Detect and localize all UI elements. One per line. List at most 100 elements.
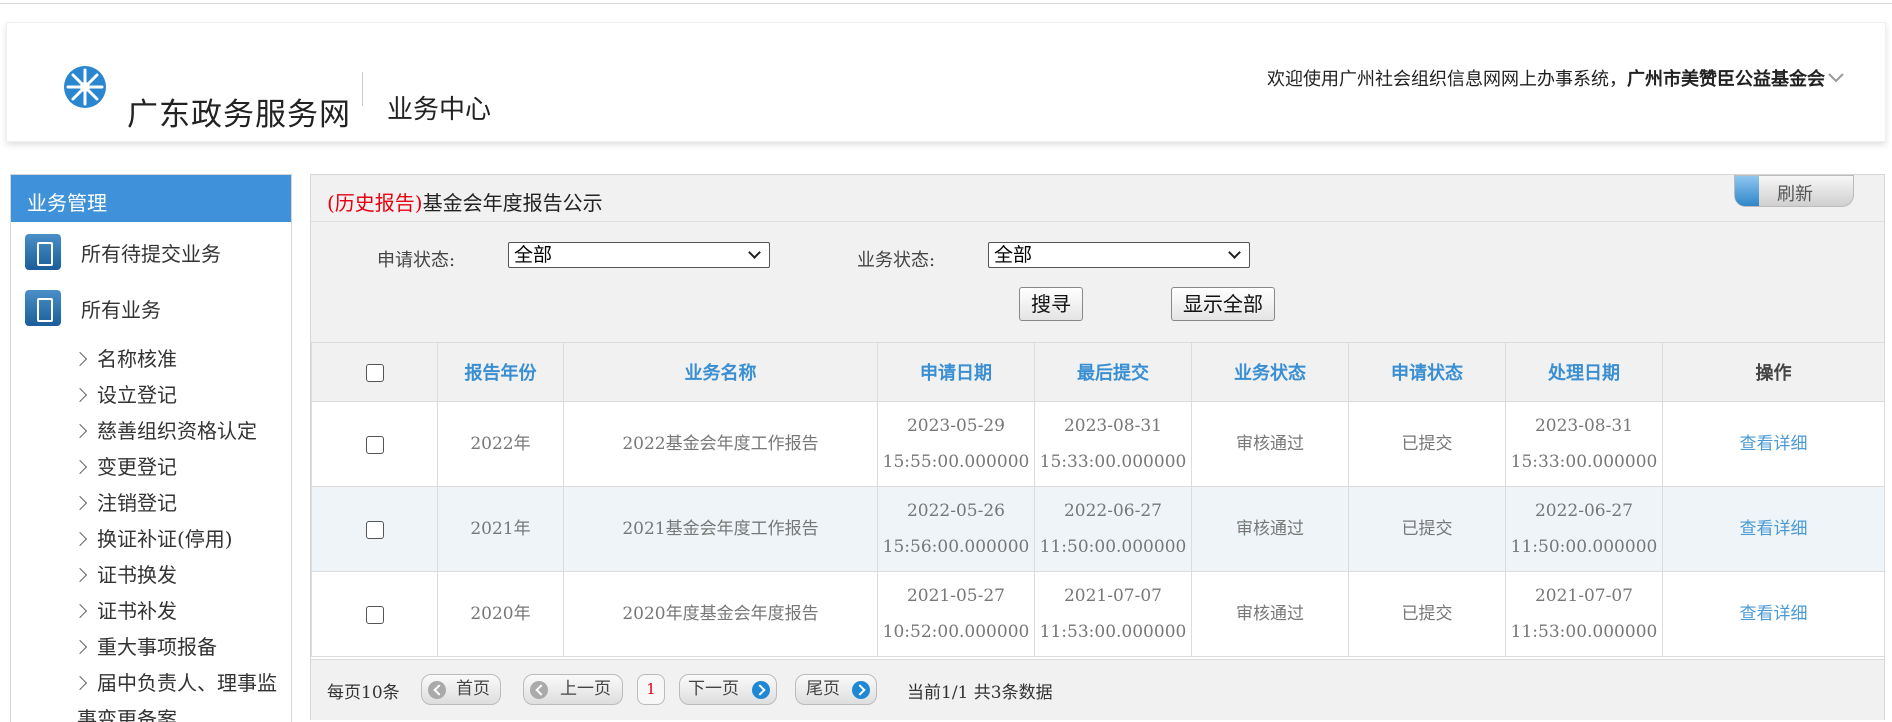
action-cell: 查看详细 xyxy=(1662,486,1885,572)
show-all-button[interactable]: 显示全部 xyxy=(1171,287,1275,321)
sidebar-subitem-major-report[interactable]: 重大事项报备 xyxy=(57,631,217,660)
refresh-button[interactable]: 刷新 xyxy=(1734,175,1854,207)
column-header[interactable]: 申请状态 xyxy=(1348,342,1506,402)
last-submit-time: 11:50:00.000000 xyxy=(1039,537,1187,557)
row-checkbox[interactable] xyxy=(365,435,384,454)
panel-header: (历史报告)基金会年度报告公示 刷新 xyxy=(311,175,1884,222)
column-header[interactable]: 处理日期 xyxy=(1505,342,1663,402)
business-status: 审核通过 xyxy=(1191,401,1349,487)
table-header-row: 报告年份 业务名称 申请日期 最后提交 业务状态 申请状态 处理日期 操作 xyxy=(311,342,1885,402)
sidebar-subitem-label: 重大事项报备 xyxy=(97,635,217,659)
next-page-button[interactable]: 下一页 xyxy=(679,674,777,705)
sidebar-subitem-reissue-old[interactable]: 换证补证(停用) xyxy=(57,523,233,552)
last-submit-date: 2022-06-27 xyxy=(1063,501,1162,521)
column-header[interactable]: 报告年份 xyxy=(437,342,564,402)
table-row: 2021年 2021基金会年度工作报告 2022-05-26 15:56:00.0… xyxy=(311,486,1885,572)
dropdown-arrow-icon xyxy=(1228,246,1241,259)
sidebar-subitem-cert-renew[interactable]: 证书换发 xyxy=(57,559,177,588)
apply-status: 已提交 xyxy=(1348,571,1506,657)
chevron-right-icon xyxy=(72,459,88,475)
process-date: 2022-06-27 xyxy=(1534,501,1633,521)
sidebar-subitem-establish[interactable]: 设立登记 xyxy=(57,379,177,408)
report-year: 2021年 xyxy=(437,486,564,572)
refresh-icon xyxy=(1735,176,1759,206)
row-select-cell xyxy=(311,486,438,572)
view-detail-link[interactable]: 查看详细 xyxy=(1740,519,1808,539)
business-name: 2022基金会年度工作报告 xyxy=(563,401,878,487)
top-header: 广东政务服务网 业务中心 欢迎使用广州社会组织信息网网上办事系统，广州市美赞臣公… xyxy=(6,22,1886,142)
sidebar-subitem-label: 变更登记 xyxy=(97,455,177,479)
sidebar-subitem-charity[interactable]: 慈善组织资格认定 xyxy=(57,415,257,444)
business-status: 审核通过 xyxy=(1191,486,1349,572)
business-icon xyxy=(25,234,61,270)
view-detail-link[interactable]: 查看详细 xyxy=(1740,434,1808,454)
column-header[interactable]: 申请日期 xyxy=(877,342,1035,402)
sidebar-subitem-wrap-text[interactable]: 事变更备案 xyxy=(77,703,177,722)
org-name[interactable]: 广州市美赞臣公益基金会 xyxy=(1627,69,1825,90)
chevron-right-icon xyxy=(72,639,88,655)
view-detail-link[interactable]: 查看详细 xyxy=(1740,604,1808,624)
report-year: 2022年 xyxy=(437,401,564,487)
report-table: 报告年份 业务名称 申请日期 最后提交 业务状态 申请状态 处理日期 操作 20… xyxy=(311,342,1885,657)
sidebar-item-label: 所有待提交业务 xyxy=(81,241,221,266)
sidebar-subitem-label: 证书补发 xyxy=(97,599,177,623)
apply-date: 2023-05-29 xyxy=(906,416,1005,436)
column-header[interactable]: 业务状态 xyxy=(1191,342,1349,402)
search-button[interactable]: 搜寻 xyxy=(1019,287,1083,321)
sidebar-subitem-label: 换证补证(停用) xyxy=(97,527,233,551)
apply-date: 2022-05-26 xyxy=(906,501,1005,521)
sidebar-subitem-label: 慈善组织资格认定 xyxy=(97,419,257,443)
chevron-right-icon xyxy=(72,567,88,583)
chevron-right-icon xyxy=(72,495,88,511)
sidebar-subitem-label: 证书换发 xyxy=(97,563,177,587)
apply-date: 2021-05-27 xyxy=(906,586,1005,606)
pagination: 每页10条 首页 上一页 1 下一页 尾页 当前1/1 共3条数据 xyxy=(311,659,1884,720)
column-header[interactable]: 最后提交 xyxy=(1034,342,1192,402)
chevron-right-icon xyxy=(72,603,88,619)
process-date-cell: 2021-07-07 11:53:00.000000 xyxy=(1505,571,1663,657)
page-title-text: 基金会年度报告公示 xyxy=(422,191,603,215)
row-checkbox[interactable] xyxy=(365,520,384,539)
table-row: 2020年 2020年度基金会年度报告 2021-05-27 10:52:00.0… xyxy=(311,571,1885,657)
select-all-cell xyxy=(311,342,438,402)
sidebar-item-label: 所有业务 xyxy=(81,297,161,322)
apply-status: 已提交 xyxy=(1348,401,1506,487)
apply-time: 15:56:00.000000 xyxy=(882,537,1030,557)
apply-status-label: 申请状态: xyxy=(377,250,456,271)
column-header[interactable]: 业务名称 xyxy=(563,342,878,402)
last-submit-time: 15:33:00.000000 xyxy=(1039,452,1187,472)
action-cell: 查看详细 xyxy=(1662,571,1885,657)
last-page-label: 尾页 xyxy=(806,679,840,699)
select-all-checkbox[interactable] xyxy=(365,363,384,382)
row-select-cell xyxy=(311,401,438,487)
current-page-number[interactable]: 1 xyxy=(637,674,665,705)
last-submit-date: 2023-08-31 xyxy=(1063,416,1162,436)
last-submit-cell: 2023-08-31 15:33:00.000000 xyxy=(1034,401,1192,487)
sidebar-subitem-name-approval[interactable]: 名称核准 xyxy=(57,343,177,372)
sidebar-subitem-cert-reissue[interactable]: 证书补发 xyxy=(57,595,177,624)
welcome-text: 欢迎使用广州社会组织信息网网上办事系统，广州市美赞臣公益基金会 xyxy=(1267,65,1825,91)
page-summary: 当前1/1 共3条数据 xyxy=(907,683,1053,703)
apply-time: 15:55:00.000000 xyxy=(882,452,1030,472)
apply-date-cell: 2022-05-26 15:56:00.000000 xyxy=(877,486,1035,572)
last-submit-cell: 2021-07-07 11:53:00.000000 xyxy=(1034,571,1192,657)
first-page-button[interactable]: 首页 xyxy=(421,674,501,705)
process-time: 15:33:00.000000 xyxy=(1510,452,1658,472)
sidebar-subitem-cancel[interactable]: 注销登记 xyxy=(57,487,177,516)
sidebar-subitem-officer-change[interactable]: 届中负责人、理事监 xyxy=(57,667,277,696)
last-page-button[interactable]: 尾页 xyxy=(795,674,877,705)
chevron-down-icon[interactable] xyxy=(1825,67,1847,89)
portal-brand[interactable]: 广东政务服务网 xyxy=(127,89,351,134)
prev-page-button[interactable]: 上一页 xyxy=(523,674,623,705)
business-status: 审核通过 xyxy=(1191,571,1349,657)
process-date-cell: 2023-08-31 15:33:00.000000 xyxy=(1505,401,1663,487)
process-date: 2021-07-07 xyxy=(1534,586,1633,606)
apply-status-select[interactable]: 全部 xyxy=(508,242,770,268)
sidebar-subitem-label: 注销登记 xyxy=(97,491,177,515)
sidebar-subitem-change[interactable]: 变更登记 xyxy=(57,451,177,480)
sidebar-item-all[interactable]: 所有业务 xyxy=(11,283,291,333)
business-status-select[interactable]: 全部 xyxy=(988,242,1250,268)
sidebar-item-pending[interactable]: 所有待提交业务 xyxy=(11,227,291,277)
row-checkbox[interactable] xyxy=(365,605,384,624)
dropdown-arrow-icon xyxy=(748,246,761,259)
